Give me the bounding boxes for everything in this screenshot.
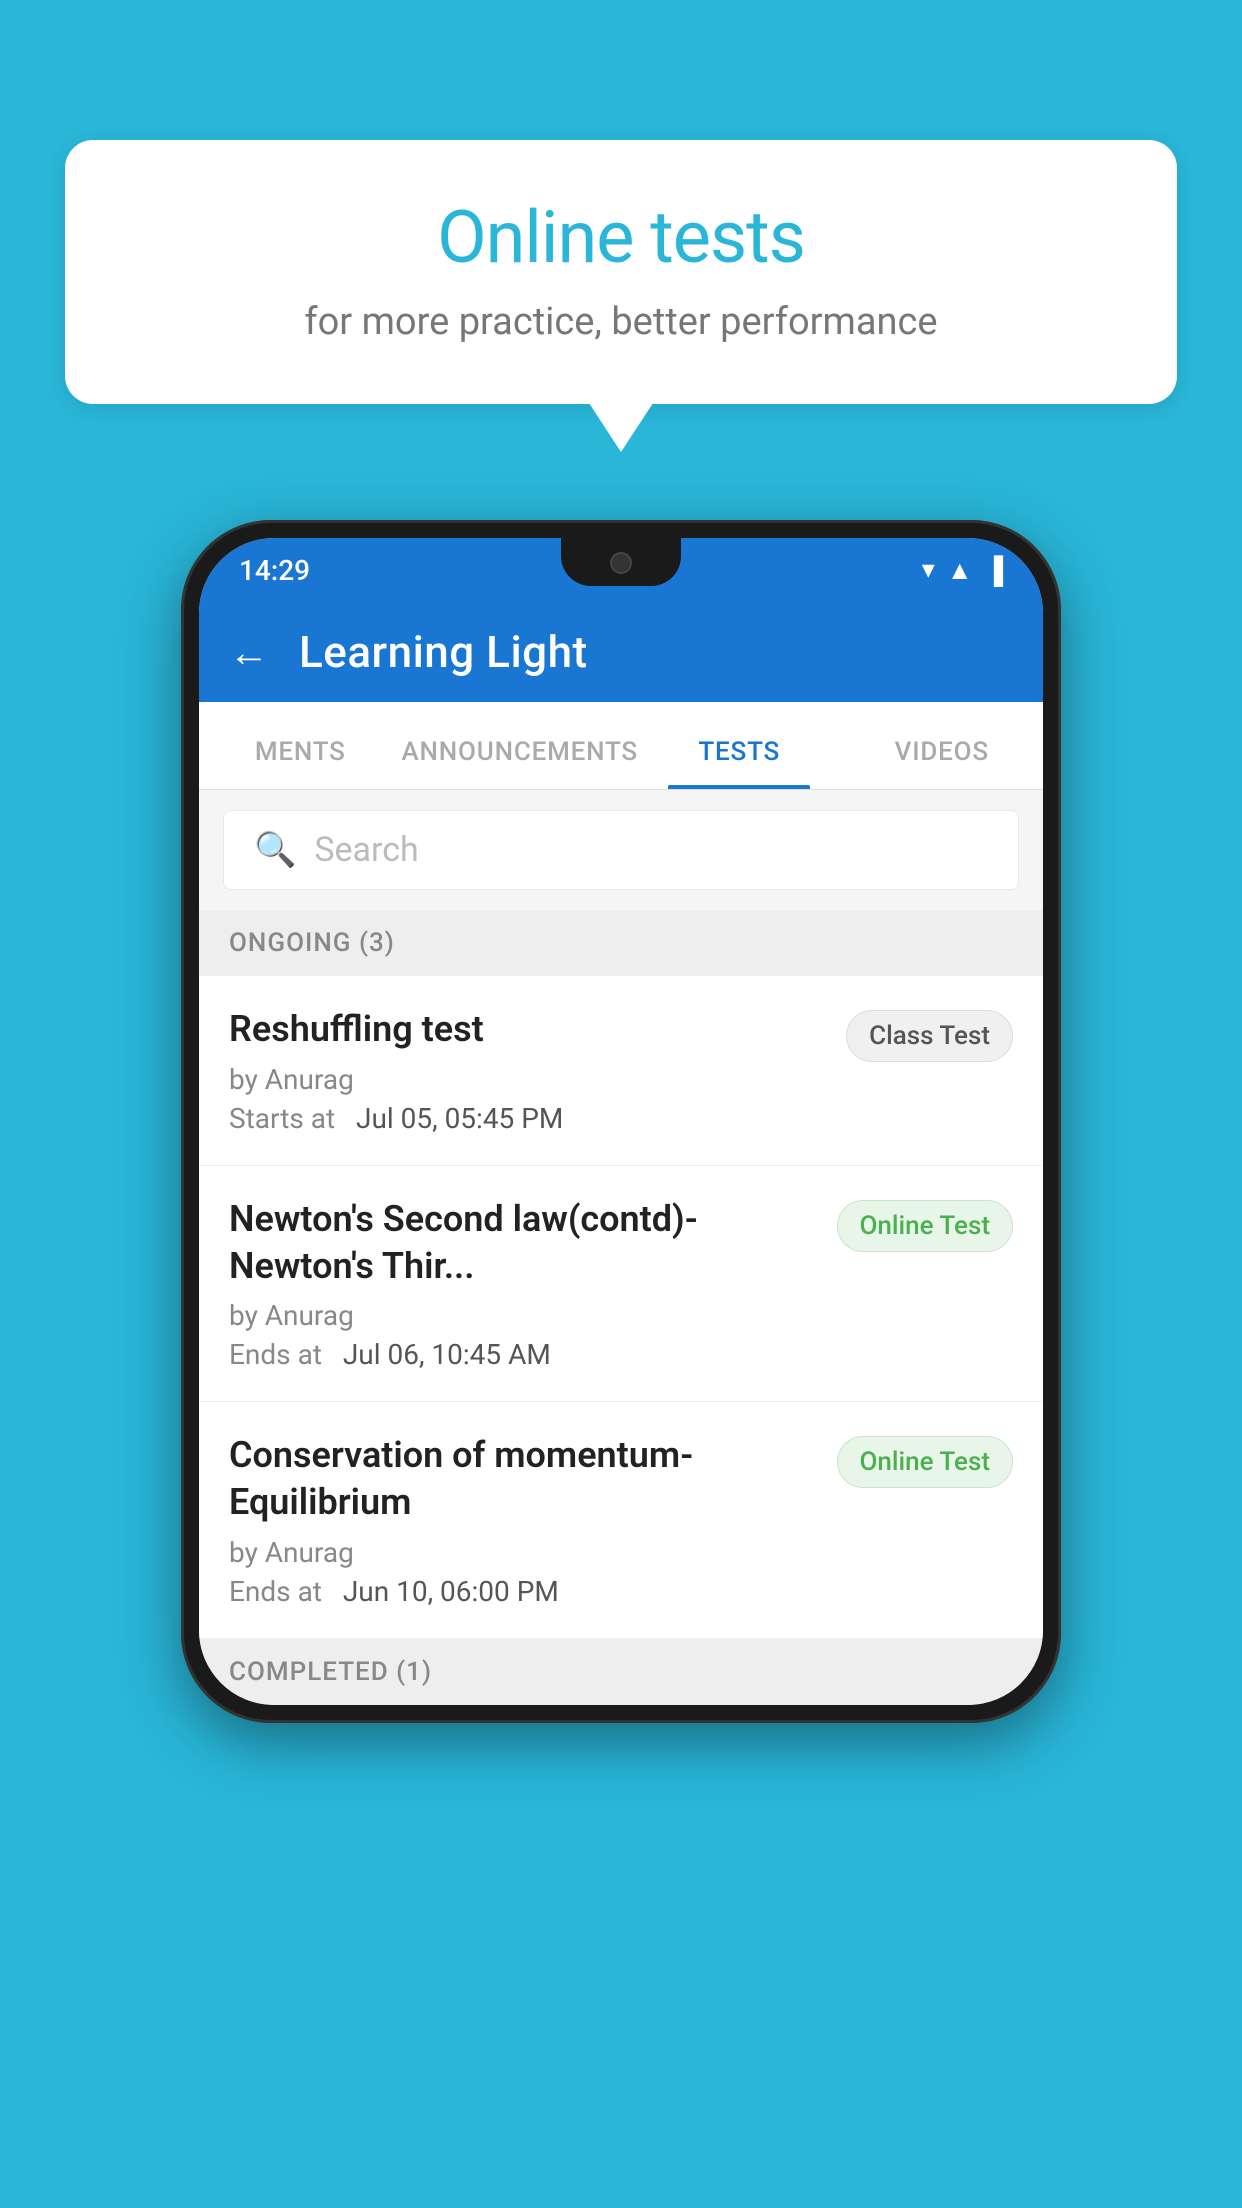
test-time-value-3: Jun 10, 06:00 PM — [343, 1575, 559, 1608]
search-placeholder: Search — [314, 830, 418, 870]
test-time-label-1: Starts at — [229, 1102, 335, 1135]
test-author-1: by Anurag — [229, 1063, 826, 1096]
tab-tests[interactable]: TESTS — [638, 737, 841, 789]
tab-announcements[interactable]: ANNOUNCEMENTS — [402, 737, 638, 789]
badge-online-test-3: Online Test — [837, 1436, 1014, 1488]
test-author-2: by Anurag — [229, 1299, 817, 1332]
test-info-1: Reshuffling test by Anurag Starts at Jul… — [229, 1006, 826, 1135]
test-time-value-1: Jul 05, 05:45 PM — [356, 1102, 563, 1135]
status-bar: 14:29 ▾ ▲ ▐ — [199, 538, 1043, 602]
search-icon: 🔍 — [254, 830, 296, 870]
search-container: 🔍 Search — [199, 790, 1043, 910]
speech-bubble-container: Online tests for more practice, better p… — [65, 140, 1177, 404]
test-time-1: Starts at Jul 05, 05:45 PM — [229, 1102, 826, 1135]
completed-section-header: COMPLETED (1) — [199, 1639, 1043, 1705]
badge-online-test-2: Online Test — [837, 1200, 1014, 1252]
status-icons: ▾ ▲ ▐ — [922, 555, 1003, 586]
app-title: Learning Light — [299, 626, 588, 678]
speech-bubble-title: Online tests — [125, 195, 1117, 280]
back-button[interactable]: ← — [229, 629, 269, 676]
ongoing-section-header: ONGOING (3) — [199, 910, 1043, 976]
test-list: Reshuffling test by Anurag Starts at Jul… — [199, 976, 1043, 1639]
test-time-3: Ends at Jun 10, 06:00 PM — [229, 1575, 817, 1608]
test-time-label-3: Ends at — [229, 1575, 322, 1608]
speech-bubble: Online tests for more practice, better p… — [65, 140, 1177, 404]
test-time-2: Ends at Jul 06, 10:45 AM — [229, 1338, 817, 1371]
test-item-2[interactable]: Newton's Second law(contd)-Newton's Thir… — [199, 1166, 1043, 1403]
app-header: ← Learning Light — [199, 602, 1043, 702]
test-item-1[interactable]: Reshuffling test by Anurag Starts at Jul… — [199, 976, 1043, 1166]
speech-bubble-subtitle: for more practice, better performance — [125, 300, 1117, 344]
tab-videos[interactable]: VIDEOS — [840, 737, 1043, 789]
battery-icon: ▐ — [985, 555, 1003, 586]
signal-icon: ▲ — [947, 555, 973, 586]
phone-outer: 14:29 ▾ ▲ ▐ ← Learning Light MENTS ANNOU… — [181, 520, 1061, 1723]
phone-inner: 14:29 ▾ ▲ ▐ ← Learning Light MENTS ANNOU… — [199, 538, 1043, 1705]
test-title-3: Conservation of momentum-Equilibrium — [229, 1432, 817, 1526]
badge-class-test-1: Class Test — [846, 1010, 1013, 1062]
test-author-3: by Anurag — [229, 1536, 817, 1569]
wifi-icon: ▾ — [922, 555, 935, 585]
test-time-label-2: Ends at — [229, 1338, 322, 1371]
test-title-2: Newton's Second law(contd)-Newton's Thir… — [229, 1196, 817, 1290]
search-input-wrapper[interactable]: 🔍 Search — [223, 810, 1019, 890]
test-info-3: Conservation of momentum-Equilibrium by … — [229, 1432, 817, 1608]
test-item-3[interactable]: Conservation of momentum-Equilibrium by … — [199, 1402, 1043, 1639]
tabs-bar: MENTS ANNOUNCEMENTS TESTS VIDEOS — [199, 702, 1043, 790]
test-time-value-2: Jul 06, 10:45 AM — [343, 1338, 551, 1371]
tab-ments[interactable]: MENTS — [199, 737, 402, 789]
status-time: 14:29 — [239, 554, 310, 587]
notch — [561, 538, 681, 586]
phone-device: 14:29 ▾ ▲ ▐ ← Learning Light MENTS ANNOU… — [181, 520, 1061, 1723]
test-title-1: Reshuffling test — [229, 1006, 826, 1053]
test-info-2: Newton's Second law(contd)-Newton's Thir… — [229, 1196, 817, 1372]
camera — [610, 552, 632, 574]
